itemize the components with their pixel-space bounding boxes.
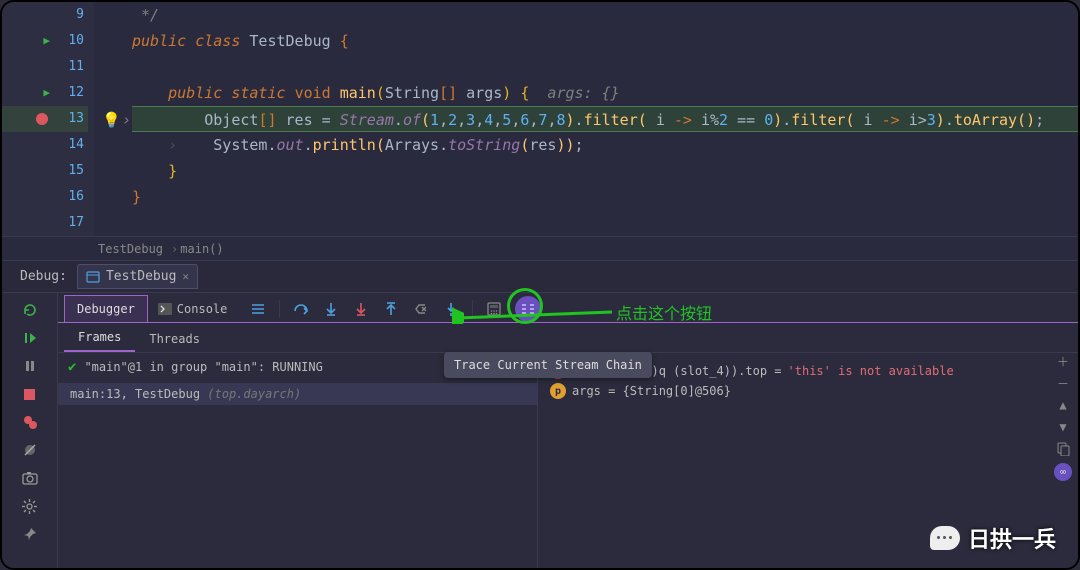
breakpoint-icon[interactable] <box>36 113 48 125</box>
remove-watch-icon[interactable]: － <box>1055 375 1071 391</box>
line-number: 17 <box>56 210 84 236</box>
add-watch-icon[interactable]: ＋ <box>1055 353 1071 369</box>
subtab-threads[interactable]: Threads <box>135 326 214 352</box>
stack-frame-row[interactable]: main:13, TestDebug (top.dayarch) <box>58 383 537 405</box>
rerun-icon[interactable] <box>19 299 41 321</box>
force-step-into-icon[interactable] <box>352 300 370 318</box>
chat-bubble-icon <box>930 526 960 550</box>
line-number: 16 <box>56 184 84 210</box>
resume-icon[interactable] <box>19 327 41 349</box>
debug-config-tab[interactable]: TestDebug ✕ <box>77 264 198 289</box>
annotation-arrow <box>452 300 622 324</box>
debug-side-toolbar <box>2 293 58 570</box>
run-line-icon[interactable]: ▶ <box>43 80 50 106</box>
annotation-text: 点击这个按钮 <box>616 300 712 324</box>
console-icon <box>158 303 172 315</box>
step-out-icon[interactable] <box>382 300 400 318</box>
line-number: 14 <box>56 132 84 158</box>
tooltip: Trace Current Stream Chain <box>444 352 652 378</box>
step-over-icon[interactable] <box>292 300 310 318</box>
threads-icon[interactable] <box>249 300 267 318</box>
infinity-icon[interactable]: ∞ <box>1054 463 1072 481</box>
code-area[interactable]: */ public class TestDebug { public stati… <box>94 2 1078 236</box>
tab-debugger[interactable]: Debugger <box>64 295 148 322</box>
drop-frame-icon[interactable] <box>412 300 430 318</box>
run-line-icon[interactable]: ▶ <box>43 28 50 54</box>
copy-icon[interactable] <box>1055 441 1071 457</box>
step-into-icon[interactable] <box>322 300 340 318</box>
down-icon[interactable]: ▼ <box>1055 419 1071 435</box>
up-icon[interactable]: ▲ <box>1055 397 1071 413</box>
line-number: 15 <box>56 158 84 184</box>
debug-label: Debug: <box>20 269 67 284</box>
mute-breakpoints-icon[interactable] <box>19 439 41 461</box>
editor-gutter: 9 ▶10 11 ▶12 13 14 15 16 17 <box>2 2 94 236</box>
thread-selector[interactable]: "main"@1 in group "main": RUNNING <box>84 360 322 374</box>
param-badge-icon: p <box>550 383 566 399</box>
subtab-frames[interactable]: Frames <box>64 324 135 352</box>
close-icon[interactable]: ✕ <box>182 270 189 283</box>
stop-icon[interactable] <box>19 383 41 405</box>
pin-icon[interactable] <box>19 523 41 545</box>
tab-console[interactable]: Console <box>148 296 238 322</box>
line-number: 9 <box>56 2 84 28</box>
line-number: 12 <box>56 80 84 106</box>
check-icon: ✔ <box>68 359 76 375</box>
settings-icon[interactable] <box>19 495 41 517</box>
watermark: 日拱一兵 <box>930 522 1056 554</box>
breadcrumb[interactable]: TestDebug›main() <box>2 237 1078 261</box>
view-breakpoints-icon[interactable] <box>19 411 41 433</box>
pause-icon[interactable] <box>19 355 41 377</box>
variable-row[interactable]: p args = {String[0]@506} <box>550 381 1066 401</box>
application-icon <box>86 270 100 284</box>
line-number: 11 <box>56 54 84 80</box>
line-number: 10 <box>56 28 84 54</box>
camera-icon[interactable] <box>19 467 41 489</box>
line-number: 13 <box>56 106 84 132</box>
